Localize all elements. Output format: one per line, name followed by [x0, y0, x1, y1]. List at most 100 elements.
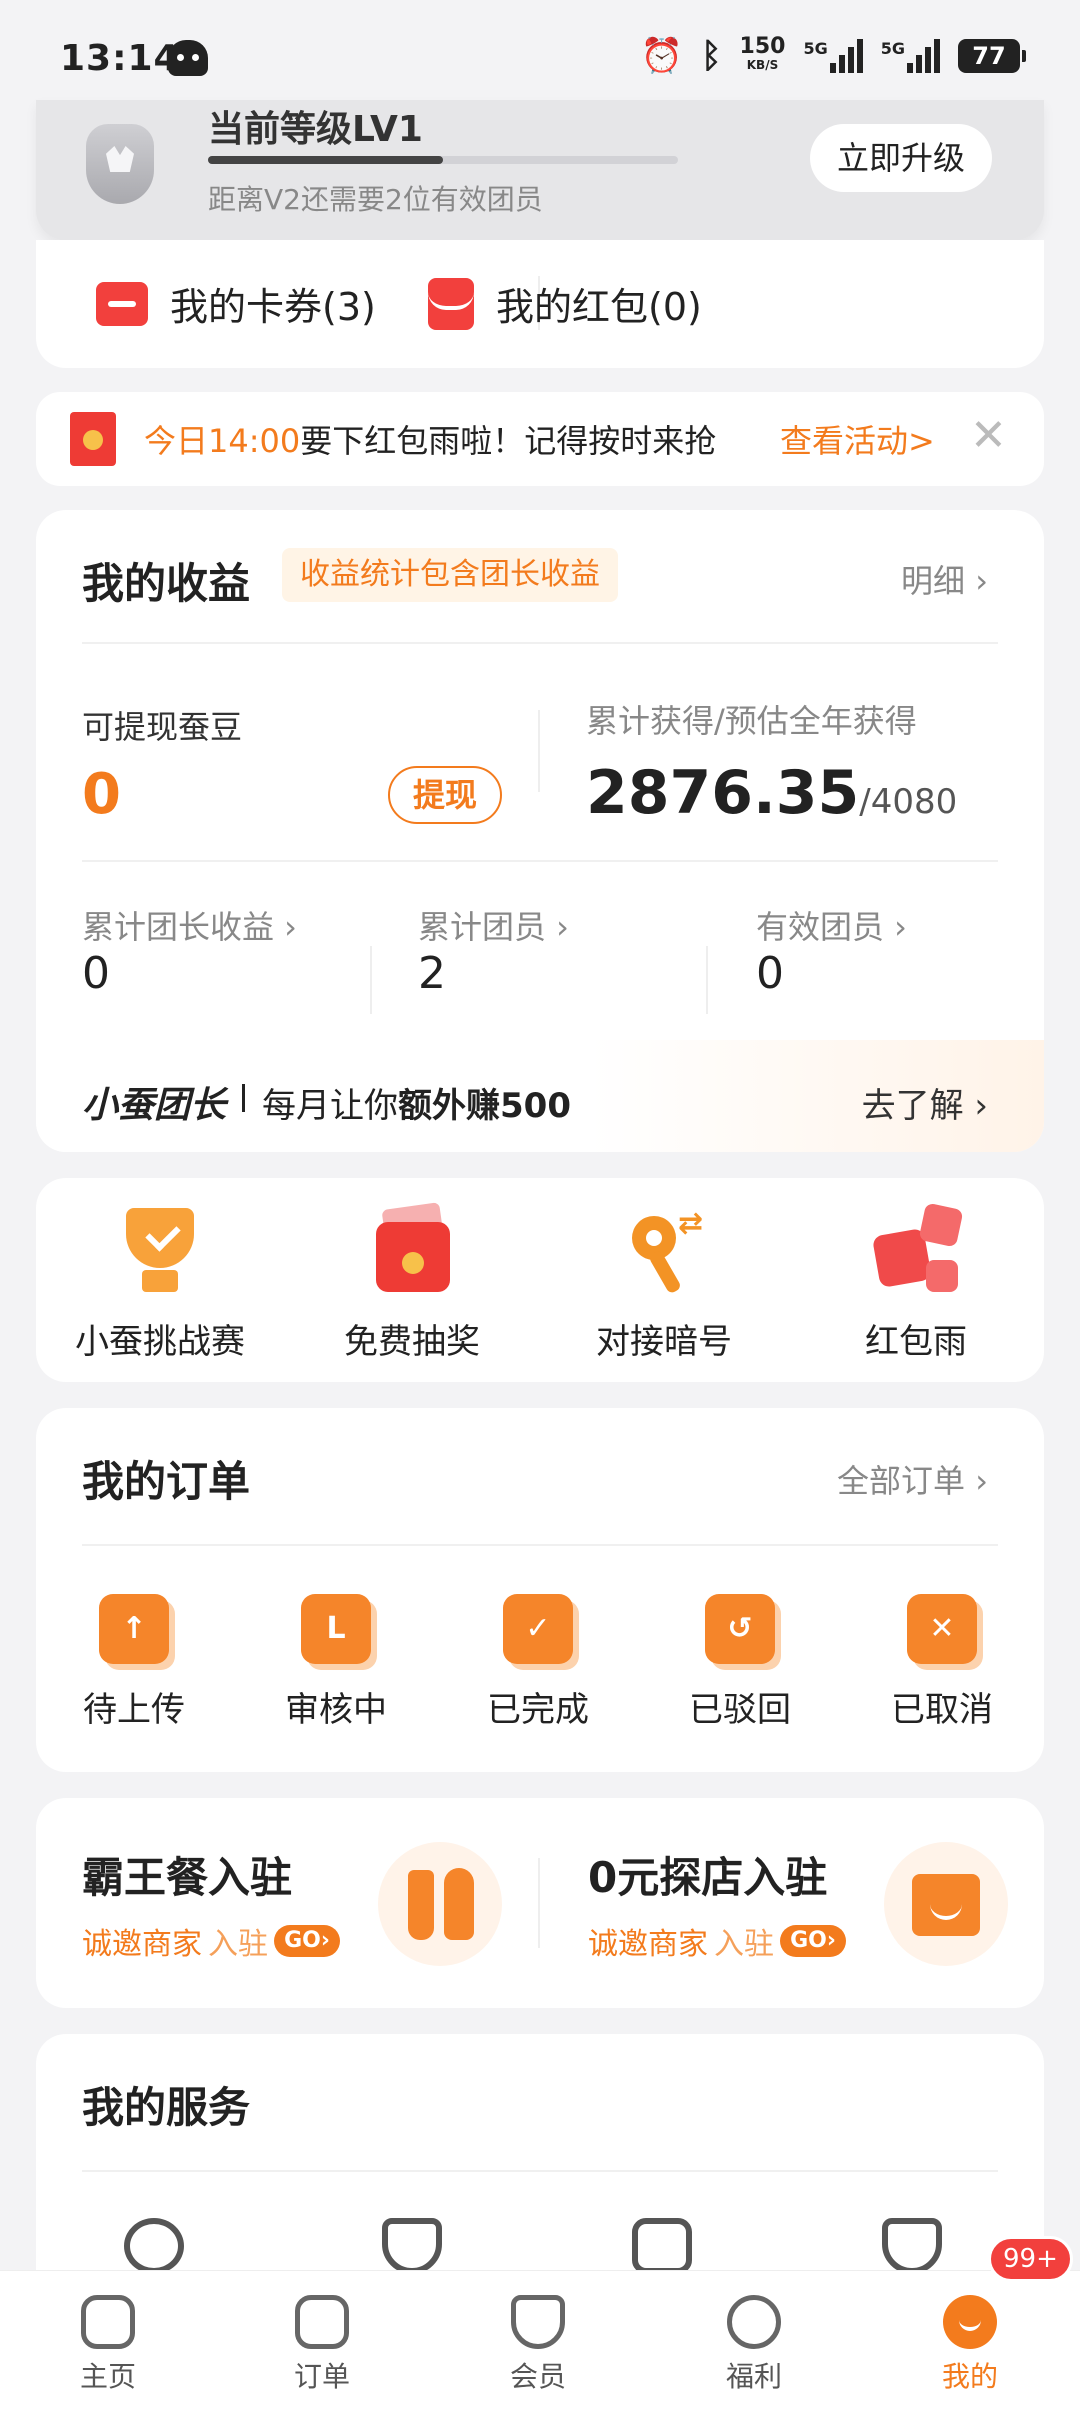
bluetooth-icon: ᛒ [701, 36, 722, 76]
image-icon[interactable] [632, 2218, 692, 2274]
shield-icon[interactable] [382, 2218, 442, 2274]
divider [82, 1544, 998, 1546]
total-label: 累计获得/预估全年获得 [586, 702, 917, 740]
bottom-tab-bar: 主页 订单 会员 福利 我的 [0, 2270, 1080, 2412]
secret-code-entry[interactable]: ⇄ 对接暗号 [554, 1202, 774, 1363]
quick-label: 免费抽奖 [344, 1322, 480, 1362]
alarm-icon: ⏰ [640, 36, 684, 76]
captain-banner[interactable]: 小蚕团长 每月让你额外赚500 去了解 › [36, 1040, 1044, 1152]
tab-label: 订单 [293, 2360, 350, 2393]
tab-member[interactable]: 会员 [478, 2295, 598, 2395]
merchant-sub: 诚邀商家 入驻 GO› [82, 1919, 340, 1963]
captain-learn-more-link[interactable]: 去了解 › [862, 1078, 988, 1127]
merchant-sub: 诚邀商家 入驻 GO› [588, 1919, 846, 1963]
quick-label: 小蚕挑战赛 [75, 1322, 245, 1362]
merchant-title: 0元探店入驻 [588, 1853, 828, 1902]
gift-box-icon [364, 1202, 460, 1298]
stat-members-value: 2 [418, 948, 446, 999]
clock-icon: L [301, 1594, 371, 1664]
view-activity-link[interactable]: 查看活动> [780, 416, 935, 462]
divider [538, 710, 540, 792]
go-badge: GO› [274, 1925, 340, 1957]
close-icon[interactable]: ✕ [970, 414, 1007, 458]
my-orders-card: 我的订单 全部订单 › ↑ 待上传 L 审核中 ✓ 已完成 ↺ 已驳回 ✕ 已取… [36, 1408, 1044, 1772]
signal-bars-icon [829, 39, 863, 73]
go-badge: GO› [780, 1925, 846, 1957]
divider [242, 1084, 245, 1112]
upgrade-button[interactable]: 立即升级 [810, 124, 992, 192]
notice-text: 今日14:00要下红包雨啦！记得按时来抢 [144, 422, 717, 460]
coupon-icon [96, 281, 148, 326]
tab-home[interactable]: 主页 [48, 2295, 168, 2395]
order-status-completed[interactable]: ✓ 已完成 [458, 1594, 618, 1731]
merchant-title: 霸王餐入驻 [82, 1853, 293, 1902]
quick-label: 红包雨 [865, 1322, 967, 1362]
stat-valid-members-label[interactable]: 有效团员 › [756, 902, 907, 948]
my-coupons-link[interactable]: 我的卡券(3) [96, 276, 376, 331]
tab-label: 我的 [941, 2360, 998, 2393]
fork-spoon-icon [378, 1842, 502, 1966]
withdrawable-value: 0 [82, 762, 121, 827]
red-packet-icon [428, 277, 474, 330]
shop-icon [884, 1842, 1008, 1966]
challenge-entry[interactable]: 小蚕挑战赛 [50, 1202, 270, 1363]
captain-text: 每月让你额外赚500 [262, 1086, 571, 1126]
order-status-pending-upload[interactable]: ↑ 待上传 [54, 1594, 214, 1731]
order-icon [295, 2295, 349, 2349]
stat-valid-members-value: 0 [756, 948, 784, 999]
red-packet-rain-notice: 今日14:00要下红包雨啦！记得按时来抢 查看活动> ✕ [36, 392, 1044, 486]
all-orders-link[interactable]: 全部订单 › [837, 1456, 988, 1502]
signal-2: 5G [881, 39, 940, 73]
red-packet-rain-entry[interactable]: 红包雨 [806, 1202, 1026, 1363]
home-icon [81, 2295, 135, 2349]
total-value: 2876.35/4080 [586, 758, 958, 828]
divider [82, 642, 998, 644]
divider [370, 946, 372, 1014]
divider [538, 1858, 540, 1948]
level-badge-icon [86, 124, 154, 204]
welfare-icon [727, 2295, 781, 2349]
order-status-label: 已完成 [487, 1690, 589, 1730]
net-speed: 150 KB/S [739, 34, 786, 73]
free-meal-join-entry[interactable]: 霸王餐入驻 诚邀商家 入驻 GO› [82, 1844, 340, 1963]
signal-bars-icon [907, 39, 940, 73]
status-time: 13:14 [60, 38, 180, 79]
tab-welfare[interactable]: 福利 [694, 2295, 814, 2395]
coupons-label: 我的卡券(3) [170, 285, 376, 329]
notification-badge: 99+ [988, 2236, 1073, 2282]
user-icon[interactable] [124, 2218, 184, 2274]
tab-orders[interactable]: 订单 [262, 2295, 382, 2395]
tab-label: 会员 [509, 2360, 566, 2393]
status-bar: 13:14 ⏰ ᛒ 150 KB/S 5G 5G 77 [0, 0, 1080, 110]
withdrawable-label: 可提现蚕豆 [82, 708, 243, 746]
member-icon [511, 2295, 565, 2349]
level-title: 当前等级LV1 [208, 109, 423, 150]
order-status-cancelled[interactable]: ✕ 已取消 [862, 1594, 1022, 1731]
tab-profile[interactable]: 我的 [910, 2295, 1030, 2395]
stat-members-label[interactable]: 累计团员 › [418, 902, 569, 948]
zero-cost-visit-join-entry[interactable]: 0元探店入驻 诚邀商家 入驻 GO› [588, 1844, 846, 1963]
divider [82, 860, 998, 862]
merchant-join-card: 霸王餐入驻 诚邀商家 入驻 GO› 0元探店入驻 诚邀商家 入驻 GO› [36, 1798, 1044, 2008]
my-redpacket-link[interactable]: 我的红包(0) [428, 276, 702, 331]
member-level-card: 当前等级LV1 距离V2还需要2位有效团员 立即升级 [36, 100, 1044, 240]
income-detail-link[interactable]: 明细 › [901, 556, 988, 602]
order-status-rejected[interactable]: ↺ 已驳回 [660, 1594, 820, 1731]
free-lottery-entry[interactable]: 免费抽奖 [302, 1202, 522, 1363]
signal-1: 5G [803, 39, 863, 73]
order-status-label: 审核中 [285, 1690, 387, 1730]
withdraw-button[interactable]: 提现 [388, 766, 502, 824]
level-progress-bar [208, 156, 678, 164]
order-status-reviewing[interactable]: L 审核中 [256, 1594, 416, 1731]
profile-icon [943, 2295, 997, 2349]
yen-icon[interactable] [882, 2218, 942, 2274]
orders-title: 我的订单 [82, 1457, 251, 1506]
wallet-row: 我的卡券(3) 我的红包(0) [36, 240, 1044, 368]
tab-label: 福利 [725, 2360, 782, 2393]
level-tip: 距离V2还需要2位有效团员 [208, 183, 543, 216]
check-icon: ✓ [503, 1594, 573, 1664]
stat-captain-income-label[interactable]: 累计团长收益 › [82, 902, 297, 948]
captain-brand: 小蚕团长 [82, 1085, 227, 1126]
stat-captain-income-value: 0 [82, 948, 110, 999]
redpacket-label: 我的红包(0) [496, 285, 702, 329]
